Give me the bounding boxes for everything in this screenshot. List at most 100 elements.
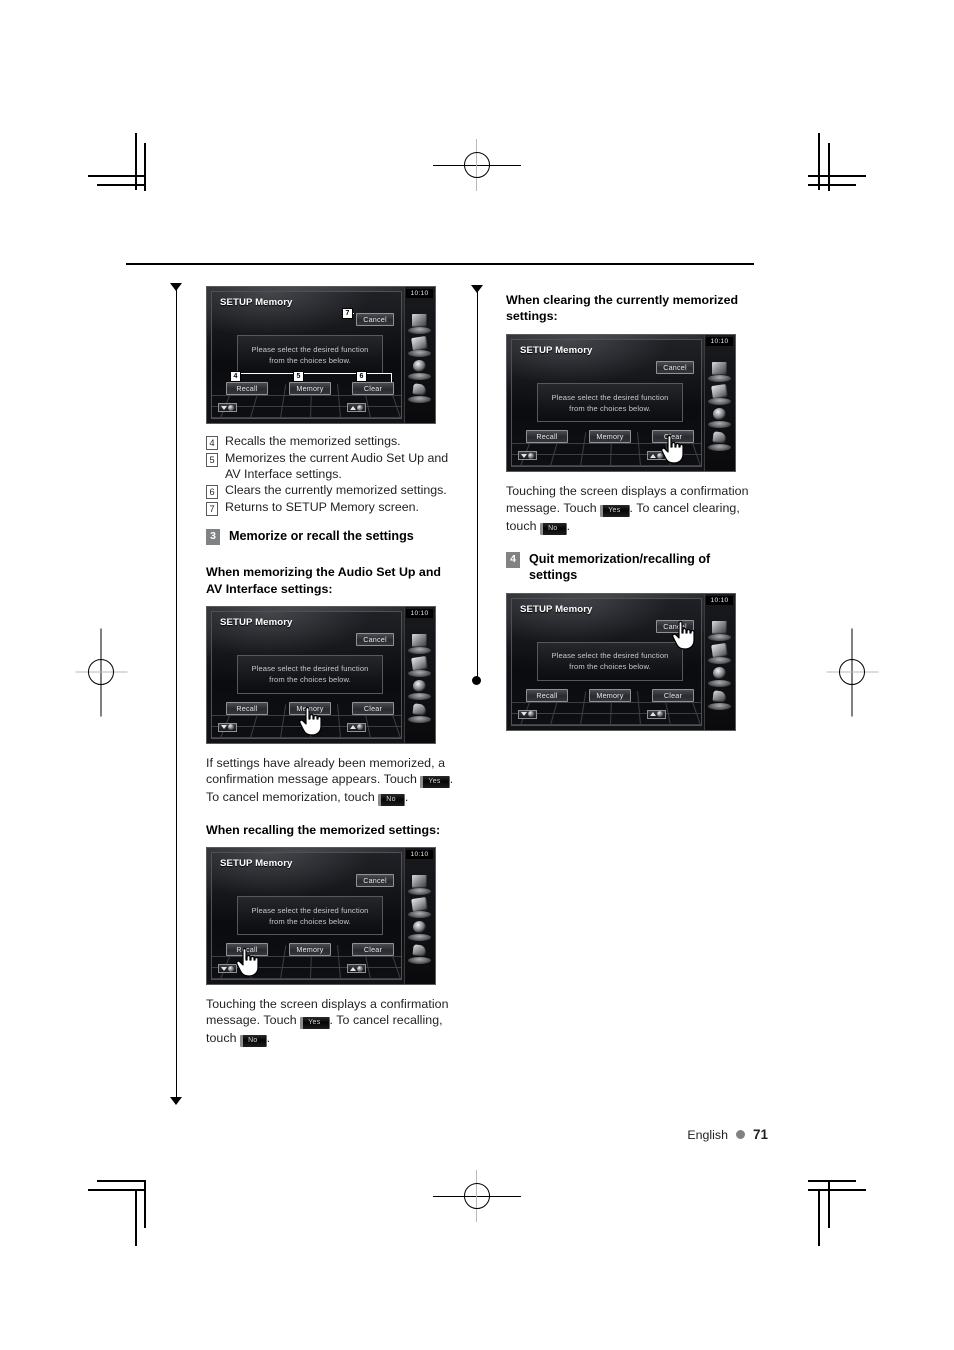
subheading-clearing: When clearing the currently memorized se…: [506, 293, 739, 324]
source-icon-disc[interactable]: [707, 620, 732, 641]
figure-memory-pressed: SETUP Memory Cancel Please select the de…: [206, 605, 436, 744]
step-title: Memorize or recall the settings: [229, 529, 414, 544]
step-4-heading: 4 Quit memorization/recalling of setting…: [506, 551, 758, 583]
screen-main-area: SETUP Memory Cancel Please select the de…: [211, 291, 402, 419]
screen-main-area: SETUP Memory Cancel Please select the de…: [211, 610, 402, 739]
screen-message-line2: from the choices below.: [569, 403, 651, 413]
screen-message-box: Please select the desired function from …: [237, 335, 383, 374]
crop-mark-tr-h: [808, 175, 866, 177]
source-icon-speaker[interactable]: [407, 359, 432, 380]
key-no[interactable]: No: [540, 522, 567, 535]
figure-cancel-pressed: SETUP Memory Cancel Please select the de…: [506, 592, 736, 731]
callout-leader-bottom: [234, 373, 392, 382]
screen-message-line1: Please select the desired function: [551, 651, 669, 661]
screen-main-area: SETUP Memory Cancel Please select the de…: [511, 339, 702, 468]
screen-clear-button[interactable]: Clear: [352, 701, 394, 715]
source-icon-box[interactable]: [707, 642, 732, 664]
screen-prev-source-button[interactable]: [218, 403, 237, 412]
screen-cancel-button[interactable]: Cancel: [356, 874, 394, 888]
screen-recall-button[interactable]: Recall: [226, 701, 268, 715]
callout-item-7: 7 Returns to SETUP Memory screen.: [206, 499, 458, 517]
step-number: 3: [206, 529, 220, 546]
subheading-recalling: When recalling the memorized settings:: [206, 823, 441, 838]
callout-number: 6: [206, 485, 218, 500]
source-icon-tuner[interactable]: [407, 382, 432, 403]
paragraph-text-part1: If settings have already been memorized,…: [206, 755, 446, 787]
source-icon-speaker[interactable]: [407, 920, 432, 942]
screen-next-source-button[interactable]: [347, 964, 366, 974]
screen-clear-button[interactable]: Clear: [352, 943, 394, 957]
source-icon-disc[interactable]: [407, 633, 432, 654]
key-yes[interactable]: Yes: [420, 776, 450, 789]
screen-next-source-button[interactable]: [347, 722, 366, 732]
screen-clear-button[interactable]: Clear: [352, 382, 394, 395]
callout-number: 5: [206, 453, 218, 467]
key-no[interactable]: No: [378, 794, 405, 807]
screen-prev-source-button[interactable]: [518, 451, 537, 461]
screen-memory-button[interactable]: Memory: [289, 382, 331, 395]
crop-mark-tl-v2: [144, 143, 146, 191]
screen-clear-button[interactable]: Clear: [652, 430, 694, 444]
callout-item-4: 4 Recalls the memorized settings.: [206, 433, 458, 450]
screen-next-source-button[interactable]: [647, 709, 666, 719]
reg-mark-bottom-circle: [464, 1183, 490, 1209]
source-icon-disc[interactable]: [407, 874, 432, 896]
callout-tag-cancel: 7: [342, 308, 353, 319]
figure-setup-memory-callouts: SETUP Memory Cancel Please select the de…: [206, 286, 436, 424]
source-icon-disc[interactable]: [707, 361, 732, 383]
screen-message-box: Please select the desired function from …: [237, 896, 383, 936]
screen-cancel-button[interactable]: Cancel: [656, 619, 694, 633]
source-icon-tuner[interactable]: [407, 943, 432, 965]
source-icon-box[interactable]: [707, 384, 732, 406]
screen-prev-source-button[interactable]: [218, 722, 237, 732]
callout-tag-recall: 4: [230, 371, 241, 382]
source-icon-speaker[interactable]: [707, 666, 732, 687]
key-yes[interactable]: Yes: [600, 504, 630, 517]
screen-prev-source-button[interactable]: [218, 964, 237, 974]
source-icon-tuner[interactable]: [407, 702, 432, 723]
source-icon-tuner[interactable]: [707, 689, 732, 710]
screen-cancel-button[interactable]: Cancel: [656, 361, 694, 375]
source-icon-speaker[interactable]: [407, 679, 432, 700]
key-no[interactable]: No: [240, 1035, 267, 1048]
source-icon-speaker[interactable]: [707, 407, 732, 429]
screen-next-source-button[interactable]: [647, 451, 666, 461]
screen-clock: 10:10: [406, 850, 433, 860]
screen-main-area: SETUP Memory Cancel Please select the de…: [211, 852, 402, 981]
reg-mark-right-circle: [839, 659, 865, 685]
screen-clock: 10:10: [406, 608, 433, 618]
source-icon-box[interactable]: [407, 336, 432, 357]
screen-recall-button[interactable]: Recall: [526, 688, 568, 702]
right-column: When clearing the currently memorized se…: [506, 286, 758, 731]
screen-memory-button[interactable]: Memory: [589, 430, 631, 444]
reg-mark-left-circle: [88, 659, 114, 685]
screen-memory-button[interactable]: Memory: [289, 943, 331, 957]
callout-tag-memory: 5: [293, 371, 304, 382]
screen-memory-button[interactable]: Memory: [289, 701, 331, 715]
source-icon-disc[interactable]: [407, 313, 432, 334]
screen-recall-button[interactable]: Recall: [526, 430, 568, 444]
paragraph-text-part3: .: [266, 1031, 271, 1046]
step-number: 4: [506, 551, 520, 568]
source-icon-box[interactable]: [407, 655, 432, 677]
screen-memory-button[interactable]: Memory: [589, 688, 631, 702]
screen-message-line1: Please select the desired function: [251, 344, 369, 354]
source-icon-tuner[interactable]: [707, 430, 732, 452]
screen-prev-source-button[interactable]: [518, 709, 537, 719]
screen-cancel-button[interactable]: Cancel: [356, 313, 394, 326]
subheading-memorizing: When memorizing the Audio Set Up and AV …: [206, 565, 441, 596]
key-yes[interactable]: Yes: [300, 1017, 330, 1030]
screen-next-source-button[interactable]: [347, 403, 366, 412]
crop-mark-br-h: [808, 1189, 866, 1191]
source-icon-box[interactable]: [407, 897, 432, 919]
crop-mark-tl-h2: [97, 184, 145, 186]
figure-clear-pressed: SETUP Memory Cancel Please select the de…: [506, 334, 736, 473]
crop-mark-bl-v2: [144, 1180, 146, 1228]
screen-cancel-button[interactable]: Cancel: [356, 632, 394, 646]
screen-clear-button[interactable]: Clear: [652, 688, 694, 702]
screen-message-box: Please select the desired function from …: [537, 383, 683, 423]
screen-recall-button[interactable]: Recall: [226, 382, 268, 395]
screen-source-strip: [704, 335, 735, 472]
left-column: SETUP Memory Cancel Please select the de…: [206, 286, 458, 1048]
screen-recall-button[interactable]: Recall: [226, 943, 268, 957]
